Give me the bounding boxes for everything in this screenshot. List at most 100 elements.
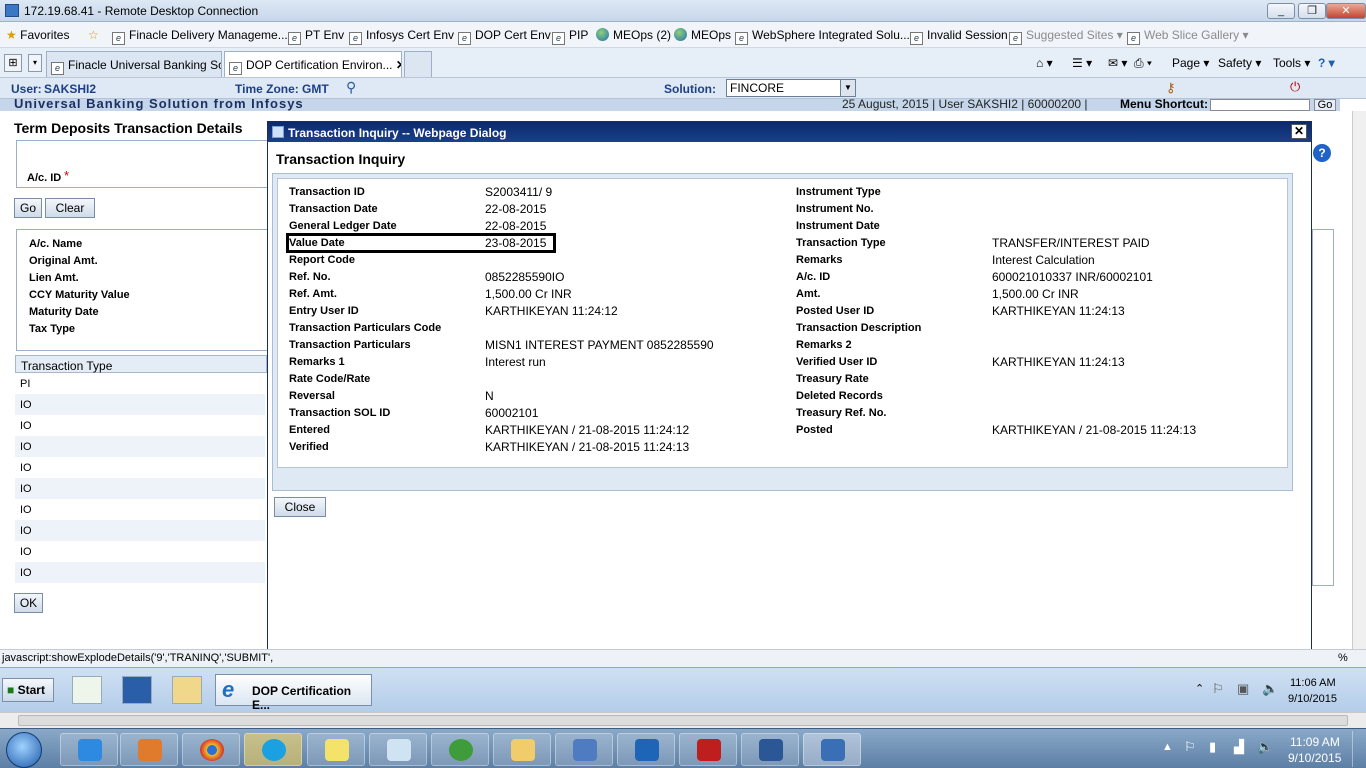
windows-flag-icon: ■ [7, 683, 15, 697]
explorer-folder-icon[interactable] [493, 733, 551, 766]
notepad-icon[interactable] [369, 733, 427, 766]
logout-icon[interactable]: ⏻ [1290, 79, 1300, 95]
network-icon[interactable]: ▣ [1237, 681, 1249, 697]
tab-list-dropdown[interactable]: ▾ [28, 54, 42, 72]
tab-finacle[interactable]: e Finacle Universal Banking Sol... [46, 51, 222, 77]
vertical-scrollbar[interactable] [1352, 111, 1366, 651]
table-row[interactable]: IO [15, 415, 265, 436]
verified-label: Verified [289, 441, 329, 453]
folder-icon[interactable] [172, 676, 202, 704]
show-hidden-icons[interactable]: ▲ [1162, 741, 1173, 753]
zoom-level[interactable]: % [1338, 652, 1348, 664]
dialog-close-icon[interactable]: ✕ [1291, 124, 1307, 139]
menu-shortcut-input[interactable] [1210, 99, 1310, 111]
close-tab-icon[interactable]: ✕ [396, 58, 401, 72]
minimize-button[interactable]: _ [1267, 3, 1295, 19]
add-favorites-icon[interactable]: ☆ [88, 28, 99, 42]
page-menu[interactable]: Page ▾ [1172, 56, 1209, 70]
dialog-close-button[interactable]: Close [274, 497, 326, 517]
media-center-icon[interactable] [120, 733, 178, 766]
transaction-type-label: Transaction Type [796, 237, 886, 249]
powershell-icon[interactable] [122, 676, 152, 704]
power-icon[interactable]: ▮ [1209, 739, 1216, 755]
taskbar-task-dop[interactable]: DOP Certification E... [215, 674, 372, 712]
windows-start-orb[interactable] [6, 732, 42, 768]
dialog-window-title: Transaction Inquiry -- Webpage Dialog [288, 126, 507, 140]
help-icon[interactable]: ? ▾ [1318, 56, 1335, 70]
ie-page-icon: e [349, 32, 362, 45]
table-row[interactable]: PI [15, 373, 265, 394]
horizontal-scrollbar[interactable] [0, 712, 1366, 728]
start-button[interactable]: ■ Start [2, 678, 54, 702]
favorites-button[interactable]: ★ Favorites [6, 28, 69, 42]
verified-user-id-label: Verified User ID [796, 356, 878, 368]
fav-link-pip[interactable]: e PIP [552, 28, 588, 45]
quick-tabs-icon[interactable]: ⊞ [4, 54, 22, 72]
restore-button[interactable]: ❐ [1298, 3, 1326, 19]
skype-icon[interactable] [244, 733, 302, 766]
solution-select[interactable]: FINCORE ▼ [726, 79, 856, 97]
globe-icon [596, 28, 609, 41]
transaction-id-label: Transaction ID [289, 186, 365, 198]
fav-link-meops[interactable]: MEOps [674, 28, 731, 42]
chrome-icon[interactable] [182, 733, 240, 766]
fav-link-websphere[interactable]: e WebSphere Integrated Solu... [735, 28, 910, 45]
fav-link-dop-cert[interactable]: e DOP Cert Env [458, 28, 551, 45]
new-tab-button[interactable] [404, 51, 432, 77]
table-row[interactable]: IO [15, 478, 265, 499]
remote-desktop-icon[interactable] [555, 733, 613, 766]
help-icon[interactable]: ? [1313, 144, 1331, 162]
search-icon[interactable]: ⚲ [346, 79, 356, 96]
flag-icon[interactable]: ⚐ [1212, 681, 1224, 697]
mail-icon[interactable]: ✉ ▾ [1108, 56, 1127, 70]
ie-taskbar-icon[interactable] [60, 733, 118, 766]
sticky-notes-icon[interactable] [307, 733, 365, 766]
rdp-connection-icon[interactable] [803, 733, 861, 766]
menu-shortcut-go-button[interactable]: Go [1314, 99, 1336, 111]
close-button[interactable]: ✕ [1326, 3, 1366, 19]
fav-link-meops-2[interactable]: MEOps (2) [596, 28, 671, 42]
volume-icon[interactable]: 🔈 [1262, 681, 1278, 697]
table-row[interactable]: IO [15, 520, 265, 541]
vm-clock-time: 11:06 AM [1290, 677, 1336, 689]
table-row[interactable]: IO [15, 436, 265, 457]
safety-menu[interactable]: Safety ▾ [1218, 56, 1261, 70]
fav-link-web-slice-gallery[interactable]: e Web Slice Gallery ▾ [1127, 28, 1249, 45]
clear-button[interactable]: Clear [45, 198, 95, 218]
fav-link-infosys-cert[interactable]: e Infosys Cert Env [349, 28, 454, 45]
remarks-value: Interest Calculation [992, 253, 1095, 267]
filezilla-icon[interactable] [679, 733, 737, 766]
word-icon[interactable] [741, 733, 799, 766]
fav-link-suggested-sites[interactable]: e Suggested Sites ▾ [1009, 28, 1123, 45]
home-icon[interactable]: ⌂ ▾ [1036, 56, 1053, 70]
table-row[interactable]: IO [15, 562, 265, 583]
key-icon[interactable]: ⚷ [1166, 80, 1176, 96]
status-text: javascript:showExplodeDetails('9','TRANI… [2, 652, 274, 664]
show-hidden-icons[interactable]: ⌃ [1195, 682, 1204, 695]
transaction-type-column-header[interactable]: Transaction Type [15, 355, 267, 373]
table-row[interactable]: IO [15, 541, 265, 562]
fav-link-invalid-session[interactable]: e Invalid Session [910, 28, 1008, 45]
table-row[interactable]: IO [15, 394, 265, 415]
outlook-icon[interactable] [617, 733, 675, 766]
frog-app-icon[interactable] [431, 733, 489, 766]
ok-button[interactable]: OK [14, 593, 43, 613]
media-player-icon[interactable] [72, 676, 102, 704]
solution-label: Solution: [664, 82, 716, 96]
remarks-2-label: Remarks 2 [796, 339, 852, 351]
go-button[interactable]: Go [14, 198, 42, 218]
action-center-flag-icon[interactable]: ⚐ [1184, 739, 1196, 755]
scrollbar-thumb[interactable] [18, 715, 1348, 726]
tools-menu[interactable]: Tools ▾ [1273, 56, 1310, 70]
feeds-icon[interactable]: ☰ ▾ [1072, 56, 1092, 70]
fav-link-finacle-delivery[interactable]: e Finacle Delivery Manageme... [112, 28, 288, 45]
table-row[interactable]: IO [15, 457, 265, 478]
tab-dop-certification[interactable]: eDOP Certification Environ... ✕ [224, 51, 402, 77]
table-row[interactable]: IO [15, 499, 265, 520]
show-desktop-button[interactable] [1352, 731, 1364, 767]
signal-icon[interactable]: ▟ [1234, 739, 1244, 755]
reversal-label: Reversal [289, 390, 335, 402]
fav-link-pt-env[interactable]: e PT Env [288, 28, 344, 45]
volume-icon[interactable]: 🔈 [1257, 739, 1273, 755]
print-icon[interactable]: ⎙ ▾ [1134, 56, 1152, 71]
